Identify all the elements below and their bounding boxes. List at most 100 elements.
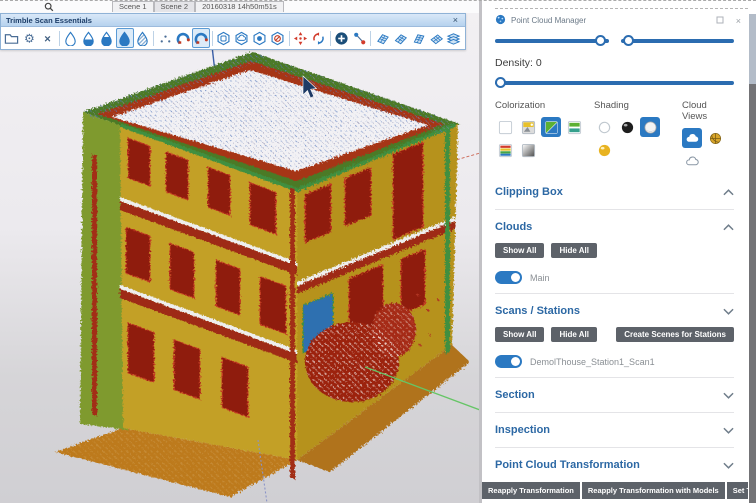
panel-close-icon[interactable]: × xyxy=(736,16,741,26)
density-low-droplet-icon[interactable] xyxy=(80,28,98,48)
open-folder-icon[interactable] xyxy=(3,28,21,48)
toggle-demolthouse_station1_scan1[interactable] xyxy=(495,355,522,368)
chevron-down-icon[interactable] xyxy=(723,386,734,404)
move-points-icon[interactable] xyxy=(292,28,310,48)
display-options: ColorizationShadingCloud Views xyxy=(495,100,748,171)
panel-titlebar[interactable]: Point Cloud Manager × xyxy=(495,8,748,29)
section-section: Section xyxy=(495,377,734,412)
set-transformation-button[interactable]: Set Transformation xyxy=(727,482,748,499)
toggle-row: Main xyxy=(495,271,734,284)
density-medium-droplet-icon[interactable] xyxy=(98,28,116,48)
toggle-main[interactable] xyxy=(495,271,522,284)
scrollbar-track[interactable] xyxy=(749,84,756,503)
density-empty-droplet-icon[interactable] xyxy=(62,28,80,48)
viewport-panel-divider xyxy=(479,0,482,503)
building-point-cloud xyxy=(55,52,470,497)
settings-gear-icon[interactable]: ⚙ xyxy=(21,28,39,48)
transformation-button-bar: Reapply TransformationReapply Transforma… xyxy=(482,482,748,499)
scene-tab-strip: Scene 1Scene 220160318 14h50m51s xyxy=(0,0,480,13)
section-scans-stations-header[interactable]: Scans / Stations xyxy=(495,303,734,319)
density-full-droplet-icon[interactable] xyxy=(116,28,134,48)
mesh-plane-3-icon[interactable] xyxy=(409,28,427,48)
cloud-view-hidden-icon[interactable] xyxy=(682,151,702,171)
add-point-icon[interactable] xyxy=(332,28,350,48)
toolbar-separator xyxy=(153,31,154,46)
panel-scrollbar[interactable] xyxy=(749,0,756,503)
chevron-down-icon[interactable] xyxy=(723,456,734,474)
section-section-header[interactable]: Section xyxy=(495,387,734,403)
shading-gold-icon[interactable] xyxy=(594,140,614,160)
toggle-row: DemolThouse_Station1_Scan1 xyxy=(495,355,734,368)
cloud-view-stations-icon[interactable] xyxy=(705,128,725,148)
mesh-plane-1-icon[interactable] xyxy=(373,28,391,48)
rotate-points-icon[interactable] xyxy=(310,28,328,48)
chevron-down-icon[interactable] xyxy=(723,302,734,320)
colorize-imagery-icon[interactable] xyxy=(518,117,538,137)
colorize-classification-icon[interactable] xyxy=(495,140,515,160)
shading-none-icon[interactable] xyxy=(594,117,614,137)
colorize-none-icon[interactable] xyxy=(495,117,515,137)
section-clouds-header[interactable]: Clouds xyxy=(495,219,734,235)
trimble-scan-essentials-toolbar: Trimble Scan Essentials × ⚙× xyxy=(0,13,466,50)
section-label: Clouds xyxy=(495,221,723,233)
snap-magnet-active-icon[interactable] xyxy=(192,28,210,48)
chevron-down-icon[interactable] xyxy=(723,421,734,439)
colorize-scan-colors-icon[interactable] xyxy=(541,117,561,137)
section-inspection-header[interactable]: Inspection xyxy=(495,422,734,438)
options-column-colorization: Colorization xyxy=(495,100,594,171)
create-scenes-for-stations-button[interactable]: Create Scenes for Stations xyxy=(616,327,734,342)
scene-tab-3[interactable]: 20160318 14h50m51s xyxy=(195,1,284,12)
section-clouds: Clouds Show All Hide All Main xyxy=(495,209,734,293)
panel-title: Point Cloud Manager xyxy=(511,16,586,25)
remove-x-icon[interactable]: × xyxy=(39,28,57,48)
hide-all-button[interactable]: Hide All xyxy=(551,327,596,342)
density-hatched-droplet-icon[interactable] xyxy=(134,28,152,48)
point-cloud-sphere-icon xyxy=(495,14,506,27)
colorize-intensity-icon[interactable] xyxy=(518,140,538,160)
mesh-plane-4-icon[interactable] xyxy=(427,28,445,48)
section-point-cloud-transformation-header[interactable]: Point Cloud Transformation xyxy=(495,457,734,473)
toolbar-separator xyxy=(370,31,371,46)
hex-box-icon[interactable] xyxy=(215,28,233,48)
scene-tab-2[interactable]: Scene 2 xyxy=(154,1,196,12)
reapply-transformation-button[interactable]: Reapply Transformation xyxy=(482,482,580,499)
toolbar-titlebar[interactable]: Trimble Scan Essentials × xyxy=(1,14,465,27)
point-scatter-icon[interactable] xyxy=(156,28,174,48)
density-slider[interactable] xyxy=(495,77,734,89)
scrollbar-thumb[interactable] xyxy=(749,14,756,84)
measure-line-icon[interactable] xyxy=(350,28,368,48)
column-label: Cloud Views xyxy=(682,100,734,122)
chevron-up-icon[interactable] xyxy=(723,183,734,201)
reapply-transformation-with-models-button[interactable]: Reapply Transformation with Models xyxy=(582,482,725,499)
toolbar-close-icon[interactable]: × xyxy=(451,15,460,25)
scene-tab-1[interactable]: Scene 1 xyxy=(112,1,154,12)
hex-cloud-icon[interactable] xyxy=(233,28,251,48)
mesh-plane-2-icon[interactable] xyxy=(391,28,409,48)
3d-viewport[interactable]: Scene 1Scene 220160318 14h50m51s Trimble… xyxy=(0,0,480,503)
cloud-view-visible-icon[interactable] xyxy=(682,128,702,148)
shading-dark-icon[interactable] xyxy=(617,117,637,137)
show-all-button[interactable]: Show All xyxy=(495,327,544,342)
opacity-slider[interactable] xyxy=(621,35,735,47)
shading-white-icon[interactable] xyxy=(640,117,660,137)
point-cloud-manager-panel: Point Cloud Manager × Density: 0 Coloriz… xyxy=(482,0,748,503)
colorize-elevation-icon[interactable] xyxy=(564,117,584,137)
hex-point-icon[interactable] xyxy=(251,28,269,48)
layers-stack-icon[interactable] xyxy=(445,28,463,48)
density-label: Density: 0 xyxy=(495,57,748,69)
toolbar-separator xyxy=(330,31,331,46)
show-all-button[interactable]: Show All xyxy=(495,243,544,258)
chevron-up-icon[interactable] xyxy=(723,218,734,236)
snap-magnet-icon[interactable] xyxy=(174,28,192,48)
selection-marquee-top xyxy=(0,0,756,1)
magnifier-icon[interactable] xyxy=(44,2,54,12)
hide-all-button[interactable]: Hide All xyxy=(551,243,596,258)
point-cloud-scene xyxy=(0,0,480,503)
panel-minimize-icon[interactable] xyxy=(716,16,724,26)
hex-disabled-icon[interactable] xyxy=(269,28,287,48)
toggle-label: Main xyxy=(530,273,550,283)
point-size-slider[interactable] xyxy=(495,35,609,47)
section-point-cloud-transformation: Point Cloud Transformation Reapply Transf… xyxy=(495,447,734,503)
toggle-label: DemolThouse_Station1_Scan1 xyxy=(530,357,655,367)
section-clipping-box-header[interactable]: Clipping Box xyxy=(495,184,734,200)
